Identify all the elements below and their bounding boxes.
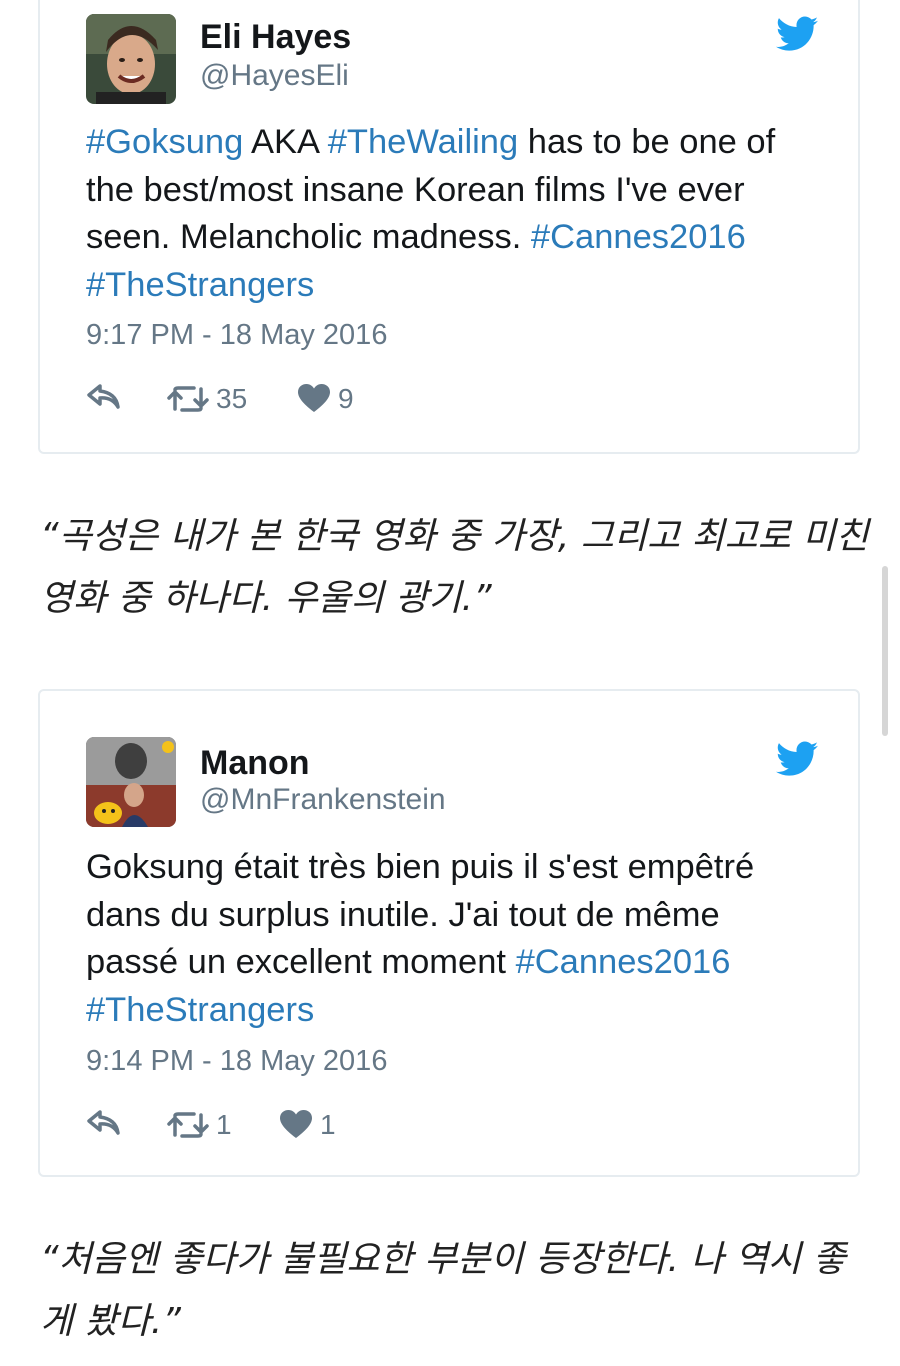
retweet-icon: [167, 386, 209, 412]
display-name[interactable]: Manon: [200, 744, 310, 783]
tweet-text: Goksung était très bien puis il s'est em…: [86, 844, 816, 1034]
user-handle[interactable]: @HayesEli: [200, 59, 349, 93]
tweet-text-segment[interactable]: #TheWailing: [328, 123, 518, 161]
reply-icon: [87, 1110, 120, 1135]
tweet-timestamp[interactable]: 9:14 PM - 18 May 2016: [86, 1045, 387, 1078]
retweet-count: 35: [216, 383, 248, 414]
tweet-card[interactable]: Eli Hayes @HayesEli #Goksung AKA #TheWai…: [38, 0, 860, 454]
heart-icon: [280, 1110, 312, 1138]
translation-text: “처음엔 좋다가 불필요한 부분이 등장한다. 나 역시 좋게 봤다.”: [40, 1239, 846, 1342]
tweet-text-segment: AKA: [243, 123, 328, 161]
tweet-text-segment[interactable]: #TheStrangers: [86, 991, 314, 1029]
user-handle[interactable]: @MnFrankenstein: [200, 783, 446, 817]
like-count: 9: [338, 383, 354, 414]
tweet-text-segment[interactable]: #Cannes2016: [531, 218, 746, 256]
avatar[interactable]: [86, 14, 176, 104]
retweet-button[interactable]: 1: [166, 1109, 232, 1141]
like-count: 1: [320, 1109, 336, 1140]
tweet-actions: 35 9: [86, 383, 486, 423]
heart-icon: [298, 384, 330, 412]
tweet-timestamp[interactable]: 9:17 PM - 18 May 2016: [86, 319, 387, 352]
reply-button[interactable]: [86, 1109, 122, 1137]
like-button[interactable]: 9: [298, 383, 354, 415]
tweet-text-segment[interactable]: #Goksung: [86, 123, 243, 161]
retweet-count: 1: [216, 1109, 232, 1140]
reply-icon: [87, 384, 120, 409]
tweet-text: #Goksung AKA #TheWailing has to be one o…: [86, 119, 816, 309]
twitter-bird-icon[interactable]: [776, 741, 818, 777]
tweet-card[interactable]: Manon @MnFrankenstein Goksung était très…: [38, 689, 860, 1177]
like-button[interactable]: 1: [280, 1109, 336, 1141]
display-name[interactable]: Eli Hayes: [200, 18, 351, 57]
retweet-button[interactable]: 35: [166, 383, 247, 415]
reply-button[interactable]: [86, 383, 122, 411]
scrollbar[interactable]: [882, 566, 888, 736]
tweet-text-segment[interactable]: #Cannes2016: [516, 943, 731, 981]
tweet-actions: 1 1: [86, 1109, 486, 1149]
tweet-text-segment[interactable]: #TheStrangers: [86, 266, 314, 304]
avatar[interactable]: [86, 737, 176, 827]
twitter-bird-icon[interactable]: [776, 16, 818, 52]
retweet-icon: [167, 1112, 209, 1138]
translation-text: “곡성은 내가 본 한국 영화 중 가장, 그리고 최고로 미친 영화 중 하나…: [40, 516, 869, 619]
